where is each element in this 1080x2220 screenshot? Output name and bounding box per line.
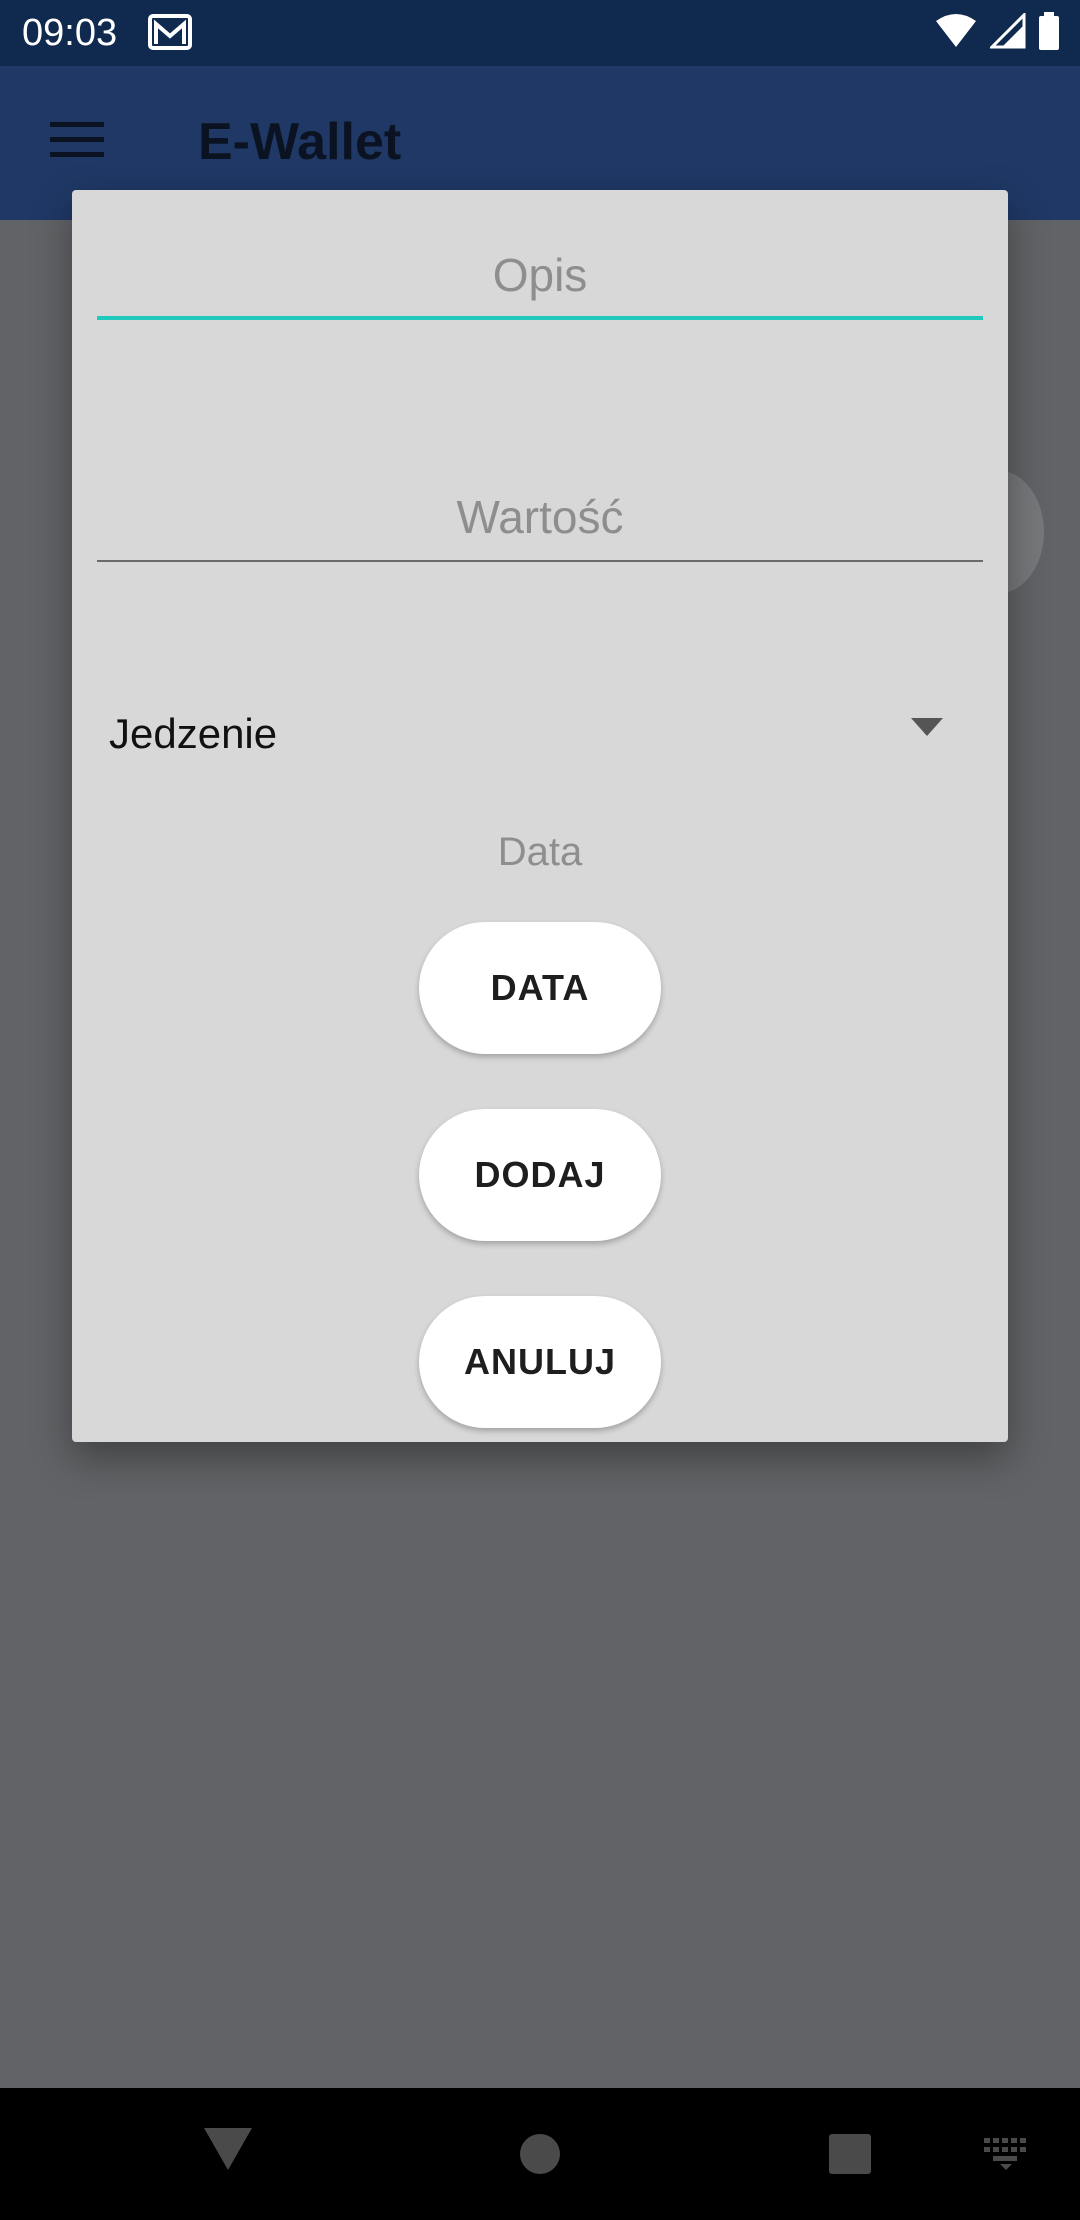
back-icon[interactable] bbox=[204, 2128, 252, 2175]
status-bar: 09:03 bbox=[0, 0, 1080, 66]
description-input[interactable] bbox=[97, 240, 983, 310]
category-spinner[interactable]: Jedzenie bbox=[97, 680, 983, 790]
add-expense-dialog: Jedzenie Data DATA DODAJ ANULUJ bbox=[72, 190, 1008, 1442]
battery-icon bbox=[1038, 12, 1060, 55]
value-underline bbox=[97, 560, 983, 562]
home-icon[interactable] bbox=[520, 2134, 560, 2179]
navigation-bar bbox=[0, 2088, 1080, 2220]
category-selected-value: Jedzenie bbox=[109, 710, 278, 757]
hamburger-menu-icon[interactable] bbox=[50, 122, 104, 163]
add-button[interactable]: DODAJ bbox=[419, 1109, 661, 1241]
date-label: Data bbox=[497, 830, 583, 874]
value-input[interactable] bbox=[97, 482, 983, 552]
status-time: 09:03 bbox=[22, 12, 118, 54]
date-button[interactable]: DATA bbox=[419, 922, 661, 1054]
description-underline bbox=[97, 316, 983, 320]
app-title: E-Wallet bbox=[198, 113, 402, 171]
cancel-button[interactable]: ANULUJ bbox=[419, 1296, 661, 1428]
dropdown-arrow-icon bbox=[911, 718, 943, 741]
value-field-container bbox=[97, 482, 983, 562]
description-field-container bbox=[97, 240, 983, 320]
gmail-icon bbox=[148, 14, 192, 55]
recents-icon[interactable] bbox=[829, 2134, 871, 2179]
wifi-icon bbox=[934, 13, 978, 54]
keyboard-icon[interactable] bbox=[984, 2138, 1028, 2175]
signal-icon bbox=[988, 11, 1026, 54]
